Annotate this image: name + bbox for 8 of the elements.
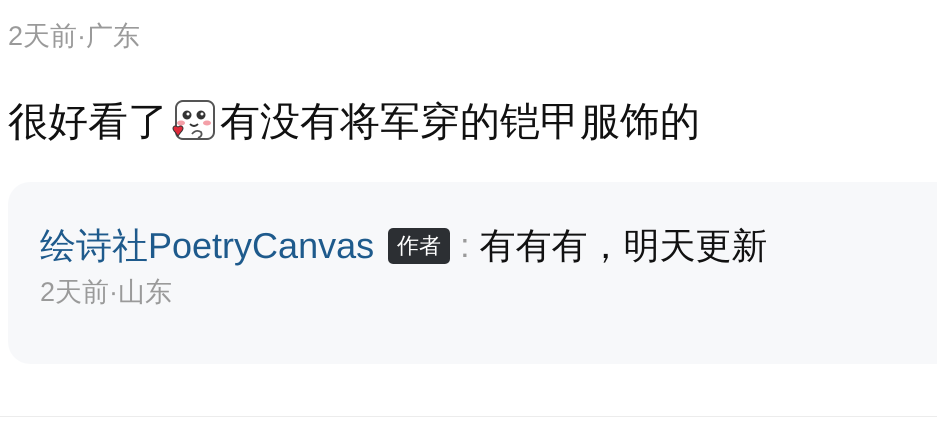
reply-meta: 2天前·山东 bbox=[40, 276, 172, 309]
comment-text: 很好看了 bbox=[8, 99, 168, 146]
author-link[interactable]: 绘诗社PoetryCanvas bbox=[40, 222, 374, 270]
author-badge: 作者 bbox=[388, 228, 450, 264]
reply-text: 有有有，明天更新 bbox=[480, 224, 768, 268]
separator: : bbox=[460, 226, 470, 267]
comment-text: 有没有将军穿的铠甲服饰的 bbox=[220, 99, 700, 146]
comment-meta: 2天前·广东 bbox=[7, 20, 142, 53]
